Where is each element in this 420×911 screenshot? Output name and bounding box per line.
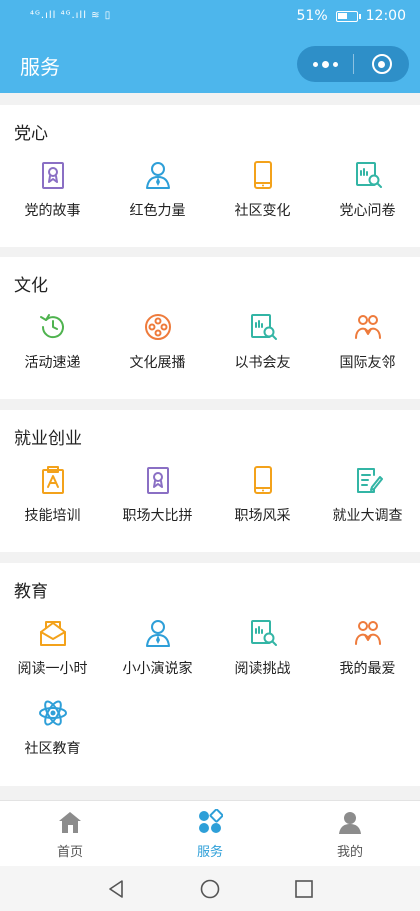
tab-home[interactable]: 首页 (0, 809, 140, 860)
section-title: 教育 (14, 582, 48, 602)
close-miniapp-button[interactable] (354, 46, 409, 82)
service-item[interactable]: 以书会友 (210, 312, 315, 384)
service-item[interactable]: 就业大调查 (315, 465, 420, 537)
recents-icon[interactable] (293, 878, 315, 900)
battery-icon (335, 10, 361, 22)
miniapp-capsule (297, 46, 409, 82)
tab-service[interactable]: 服务 (140, 809, 280, 860)
film-reel-icon (144, 314, 171, 340)
service-item[interactable]: 文化展播 (105, 312, 210, 384)
service-section: 文化活动速递 文化展播 以书会友 国际友邻 (0, 257, 420, 399)
book-search-icon (250, 314, 277, 340)
service-item[interactable]: 阅读一小时 (0, 618, 105, 690)
book-search-icon (355, 162, 382, 188)
service-section: 党心党的故事 红色力量 社区变化 党心问卷 (0, 105, 420, 247)
service-item-label: 技能培训 (24, 508, 81, 524)
tab-profile[interactable]: 我的 (280, 809, 420, 860)
target-icon (371, 54, 392, 74)
signal-indicators: ⁴ᴳ.ıll ⁴ᴳ.ıll ≋ ▯ (30, 10, 112, 21)
service-item[interactable]: 职场风采 (210, 465, 315, 537)
service-item[interactable]: 我的最爱 (315, 618, 420, 690)
section-title: 文化 (14, 276, 48, 296)
service-item-label: 党的故事 (24, 203, 81, 219)
service-item[interactable]: 国际友邻 (315, 312, 420, 384)
service-item-label: 活动速递 (24, 355, 81, 371)
service-item-label: 小小演说家 (122, 661, 193, 677)
home-circle-icon[interactable] (199, 878, 221, 900)
service-item-label: 我的最爱 (339, 661, 396, 677)
service-item[interactable]: 党的故事 (0, 160, 105, 232)
service-item[interactable]: 红色力量 (105, 160, 210, 232)
atom-icon (38, 700, 67, 726)
back-icon[interactable] (105, 878, 127, 900)
book-search-icon (250, 620, 277, 646)
document-pen-icon (356, 468, 383, 493)
service-item-label: 阅读挑战 (234, 661, 291, 677)
clock: 12:00 (365, 8, 406, 24)
service-item-label: 文化展播 (129, 355, 186, 371)
section-title: 就业创业 (14, 429, 82, 449)
more-menu-button[interactable] (297, 46, 353, 82)
service-item-label: 职场大比拼 (122, 508, 193, 524)
service-item-label: 红色力量 (129, 203, 186, 219)
service-section: 就业创业技能培训 职场大比拼 职场风采 就业大调查 (0, 410, 420, 552)
service-item-label: 国际友邻 (339, 355, 396, 371)
service-item[interactable]: 职场大比拼 (105, 465, 210, 537)
android-nav-bar (0, 866, 420, 911)
friends-icon (354, 315, 381, 339)
envelope-icon (39, 621, 66, 646)
service-item-label: 职场风采 (234, 508, 291, 524)
service-item-label: 党心问卷 (339, 203, 396, 219)
service-icon (199, 809, 223, 833)
battery-percent: 51% (296, 8, 328, 24)
service-item[interactable]: 阅读挑战 (210, 618, 315, 690)
service-item-label: 以书会友 (234, 355, 291, 371)
clipboard-icon (41, 466, 64, 494)
service-item[interactable]: 社区教育 (0, 698, 105, 770)
clock-refresh-icon (39, 314, 64, 339)
service-item[interactable]: 小小演说家 (105, 618, 210, 690)
service-item-label: 社区教育 (24, 741, 81, 757)
certificate-icon (41, 162, 64, 189)
service-item[interactable]: 党心问卷 (315, 160, 420, 232)
tablet-icon (253, 161, 272, 189)
service-item[interactable]: 社区变化 (210, 160, 315, 232)
person-tie-icon (145, 620, 170, 647)
app-header: ⁴ᴳ.ıll ⁴ᴳ.ıll ≋ ▯ 51% 12:00 服务 (0, 0, 420, 93)
service-item-label: 社区变化 (234, 203, 291, 219)
status-bar: ⁴ᴳ.ıll ⁴ᴳ.ıll ≋ ▯ 51% 12:00 (0, 0, 420, 36)
service-section: 教育阅读一小时 小小演说家 阅读挑战 我的最爱社区教育 (0, 563, 420, 786)
section-title: 党心 (14, 124, 48, 144)
tablet-icon (253, 466, 272, 494)
service-item[interactable]: 技能培训 (0, 465, 105, 537)
service-item[interactable]: 活动速递 (0, 312, 105, 384)
page-title: 服务 (20, 55, 60, 79)
bottom-tabbar: 首页 服务 我的 (0, 800, 420, 866)
person-tie-icon (145, 162, 170, 189)
service-item-label: 阅读一小时 (17, 661, 88, 677)
friends-icon (354, 621, 381, 645)
certificate-icon (146, 467, 169, 494)
service-item-label: 就业大调查 (332, 508, 403, 524)
home-icon (59, 812, 81, 833)
profile-icon (339, 812, 361, 834)
